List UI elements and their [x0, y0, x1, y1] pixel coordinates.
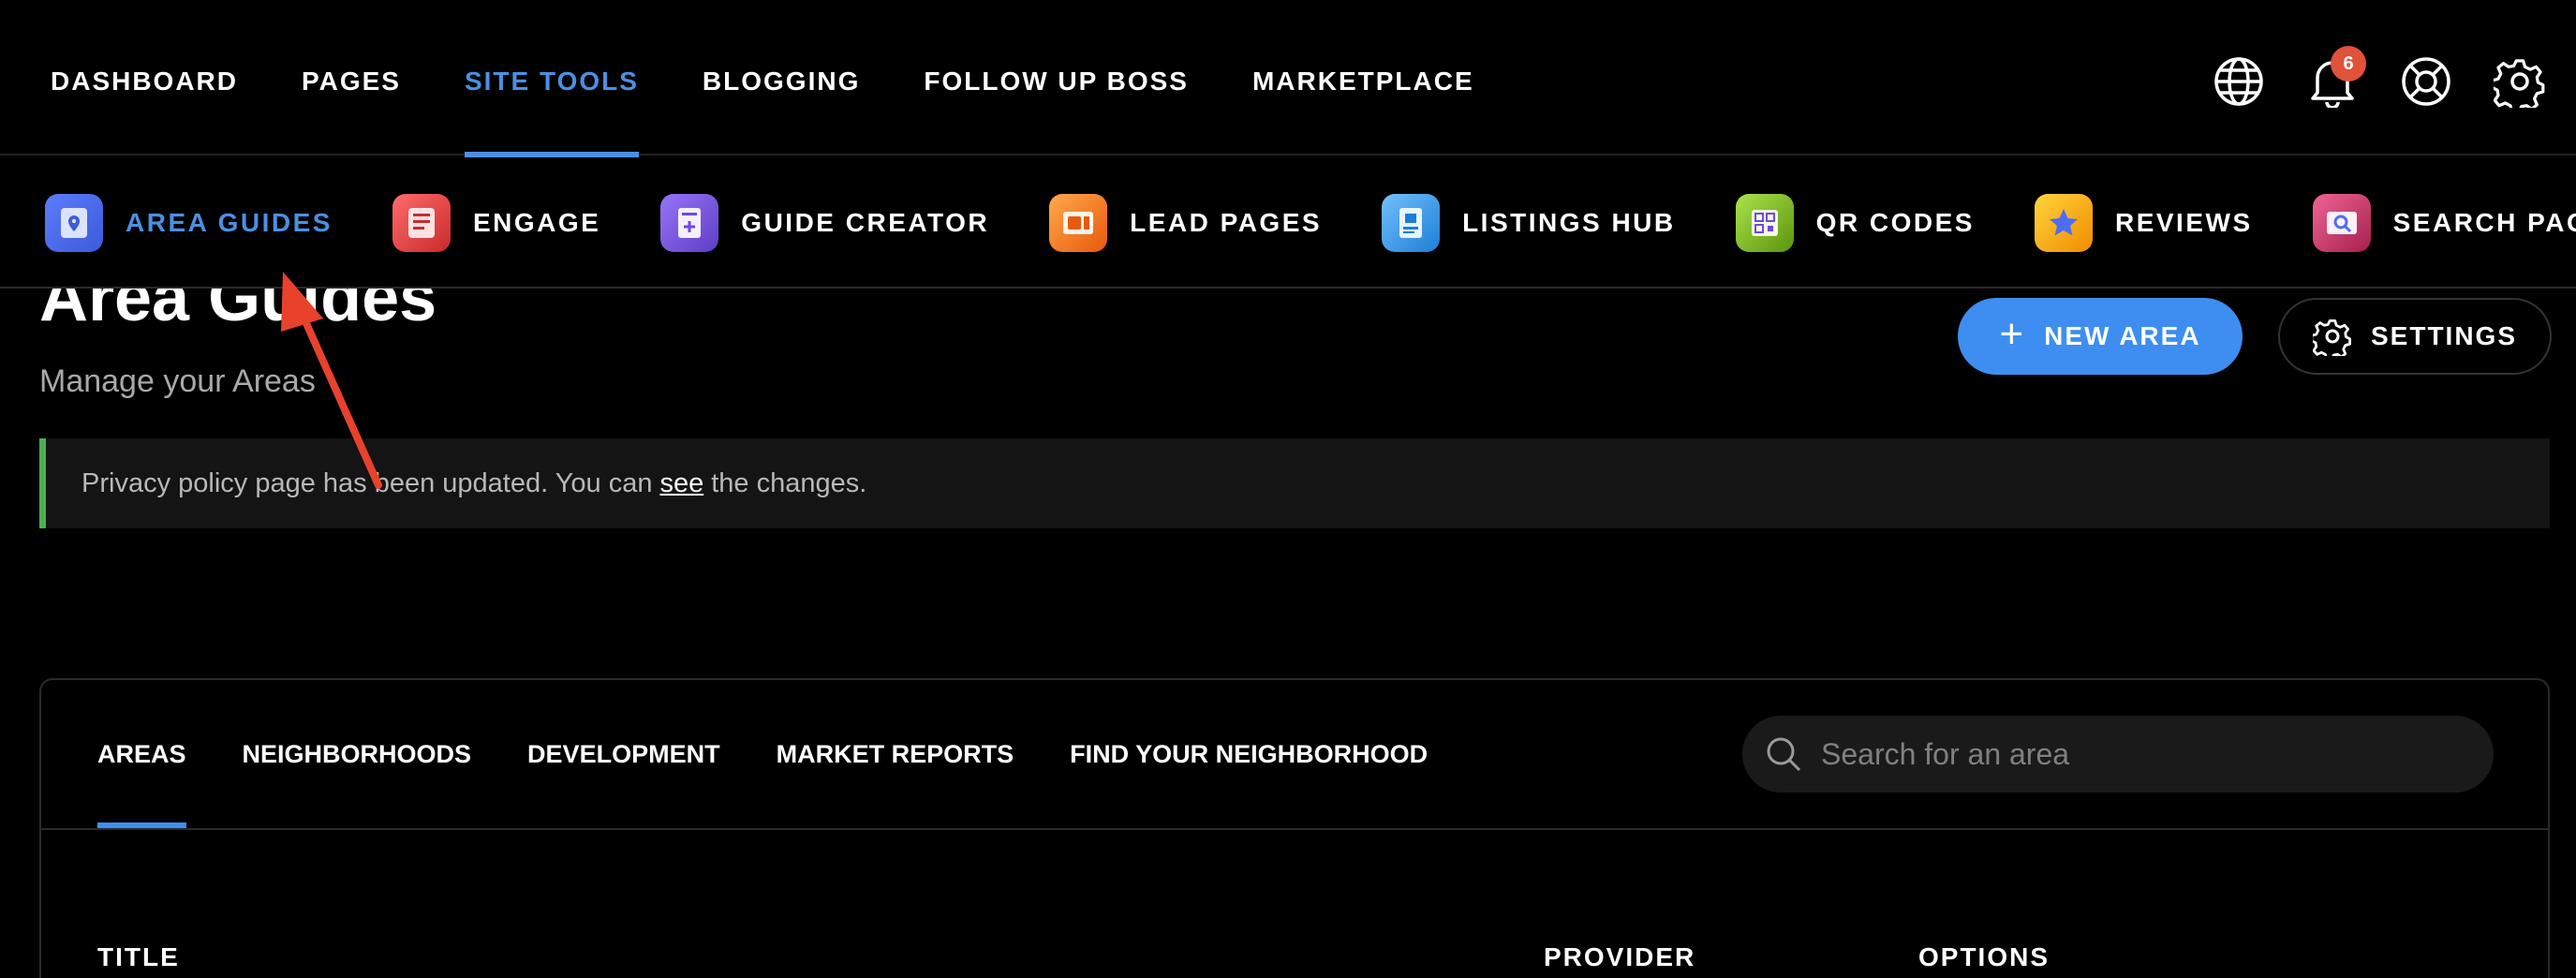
notice-text: Privacy policy page has been updated. Yo…: [81, 467, 653, 498]
tab-find-your-neighborhood[interactable]: FIND YOUR NEIGHBORHOOD: [1070, 680, 1428, 828]
subnav-label: QR CODES: [1815, 208, 1975, 237]
top-navigation-bar: DASHBOARD PAGES SITE TOOLS BLOGGING FOLL…: [0, 7, 2576, 157]
search-pages-icon: [2312, 194, 2371, 252]
guide-creator-icon: [660, 194, 719, 252]
tabs-divider: [41, 828, 2548, 830]
area-guides-icon: [45, 194, 103, 252]
gear-icon[interactable]: [2492, 53, 2548, 110]
subnav-guide-creator[interactable]: GUIDE CREATOR: [660, 194, 989, 252]
nav-blogging[interactable]: BLOGGING: [703, 7, 860, 156]
listings-hub-icon: [1382, 194, 1441, 252]
subnav-reviews[interactable]: REVIEWS: [2034, 194, 2253, 252]
subnav-label: REVIEWS: [2114, 208, 2253, 237]
subnav-listings-hub[interactable]: LISTINGS HUB: [1382, 194, 1676, 252]
new-area-label: NEW AREA: [2044, 321, 2201, 350]
tab-neighborhoods[interactable]: NEIGHBORHOODS: [243, 680, 472, 828]
subnav-area-guides[interactable]: AREA GUIDES: [45, 194, 333, 252]
subnav-engage[interactable]: ENGAGE: [392, 194, 600, 252]
plus-icon: +: [1999, 311, 2026, 357]
column-title[interactable]: TITLE: [97, 942, 180, 972]
reviews-icon: [2034, 194, 2093, 252]
tab-development[interactable]: DEVELOPMENT: [527, 680, 720, 828]
subnav-label: LISTINGS HUB: [1462, 208, 1676, 237]
page-subtitle: Manage your Areas: [39, 363, 316, 399]
areas-card: AREAS NEIGHBORHOODS DEVELOPMENT MARKET R…: [39, 678, 2550, 978]
nav-dashboard[interactable]: DASHBOARD: [51, 7, 238, 156]
site-tools-subnav: AREA GUIDES ENGAGE GUIDE CREATOR LEAD PA…: [0, 157, 2576, 289]
globe-icon[interactable]: [2211, 53, 2267, 110]
column-options: OPTIONS: [1918, 942, 2050, 971]
bell-icon[interactable]: 6: [2304, 46, 2366, 110]
tab-areas[interactable]: AREAS: [97, 680, 186, 828]
nav-site-tools[interactable]: SITE TOOLS: [464, 7, 639, 157]
tab-market-reports[interactable]: MARKET REPORTS: [777, 680, 1014, 828]
settings-label: SETTINGS: [2370, 321, 2517, 350]
settings-button[interactable]: SETTINGS: [2278, 298, 2552, 375]
top-icons: 6: [2173, 7, 2548, 156]
subnav-label: SEARCH PAGES: [2392, 208, 2576, 237]
subnav-search-pages[interactable]: SEARCH PAGES: [2312, 194, 2576, 252]
subnav-list: AREA GUIDES ENGAGE GUIDE CREATOR LEAD PA…: [45, 157, 2576, 289]
search-icon: [1767, 737, 1801, 772]
gear-icon: [2312, 319, 2351, 356]
nav-pages[interactable]: PAGES: [302, 7, 401, 156]
subnav-label: GUIDE CREATOR: [741, 208, 990, 237]
area-search-box[interactable]: [1742, 716, 2494, 793]
subnav-qr-codes[interactable]: QR CODES: [1735, 194, 1975, 252]
subnav-label: ENGAGE: [472, 208, 601, 237]
help-lifebuoy-icon[interactable]: [2398, 53, 2454, 110]
privacy-notice-banner: Privacy policy page has been updated. Yo…: [39, 438, 2550, 528]
search-input[interactable]: [1821, 736, 2458, 772]
qr-codes-icon: [1735, 194, 1794, 252]
notice-see-link[interactable]: see: [659, 468, 703, 499]
lead-pages-icon: [1049, 194, 1108, 252]
column-provider[interactable]: PROVIDER: [1544, 942, 1695, 972]
notification-badge: 6: [2331, 46, 2366, 82]
subnav-label: LEAD PAGES: [1130, 208, 1323, 237]
subnav-lead-pages[interactable]: LEAD PAGES: [1049, 194, 1322, 252]
nav-marketplace[interactable]: MARKETPLACE: [1252, 7, 1474, 156]
nav-follow-up-boss[interactable]: FOLLOW UP BOSS: [924, 7, 1189, 156]
main-nav: DASHBOARD PAGES SITE TOOLS BLOGGING FOLL…: [51, 7, 1538, 157]
area-tabs: AREAS NEIGHBORHOODS DEVELOPMENT MARKET R…: [97, 680, 1484, 828]
notice-text-after: the changes.: [711, 467, 867, 498]
new-area-button[interactable]: + NEW AREA: [1958, 298, 2243, 375]
subnav-label: AREA GUIDES: [126, 208, 333, 237]
engage-icon: [392, 194, 451, 252]
